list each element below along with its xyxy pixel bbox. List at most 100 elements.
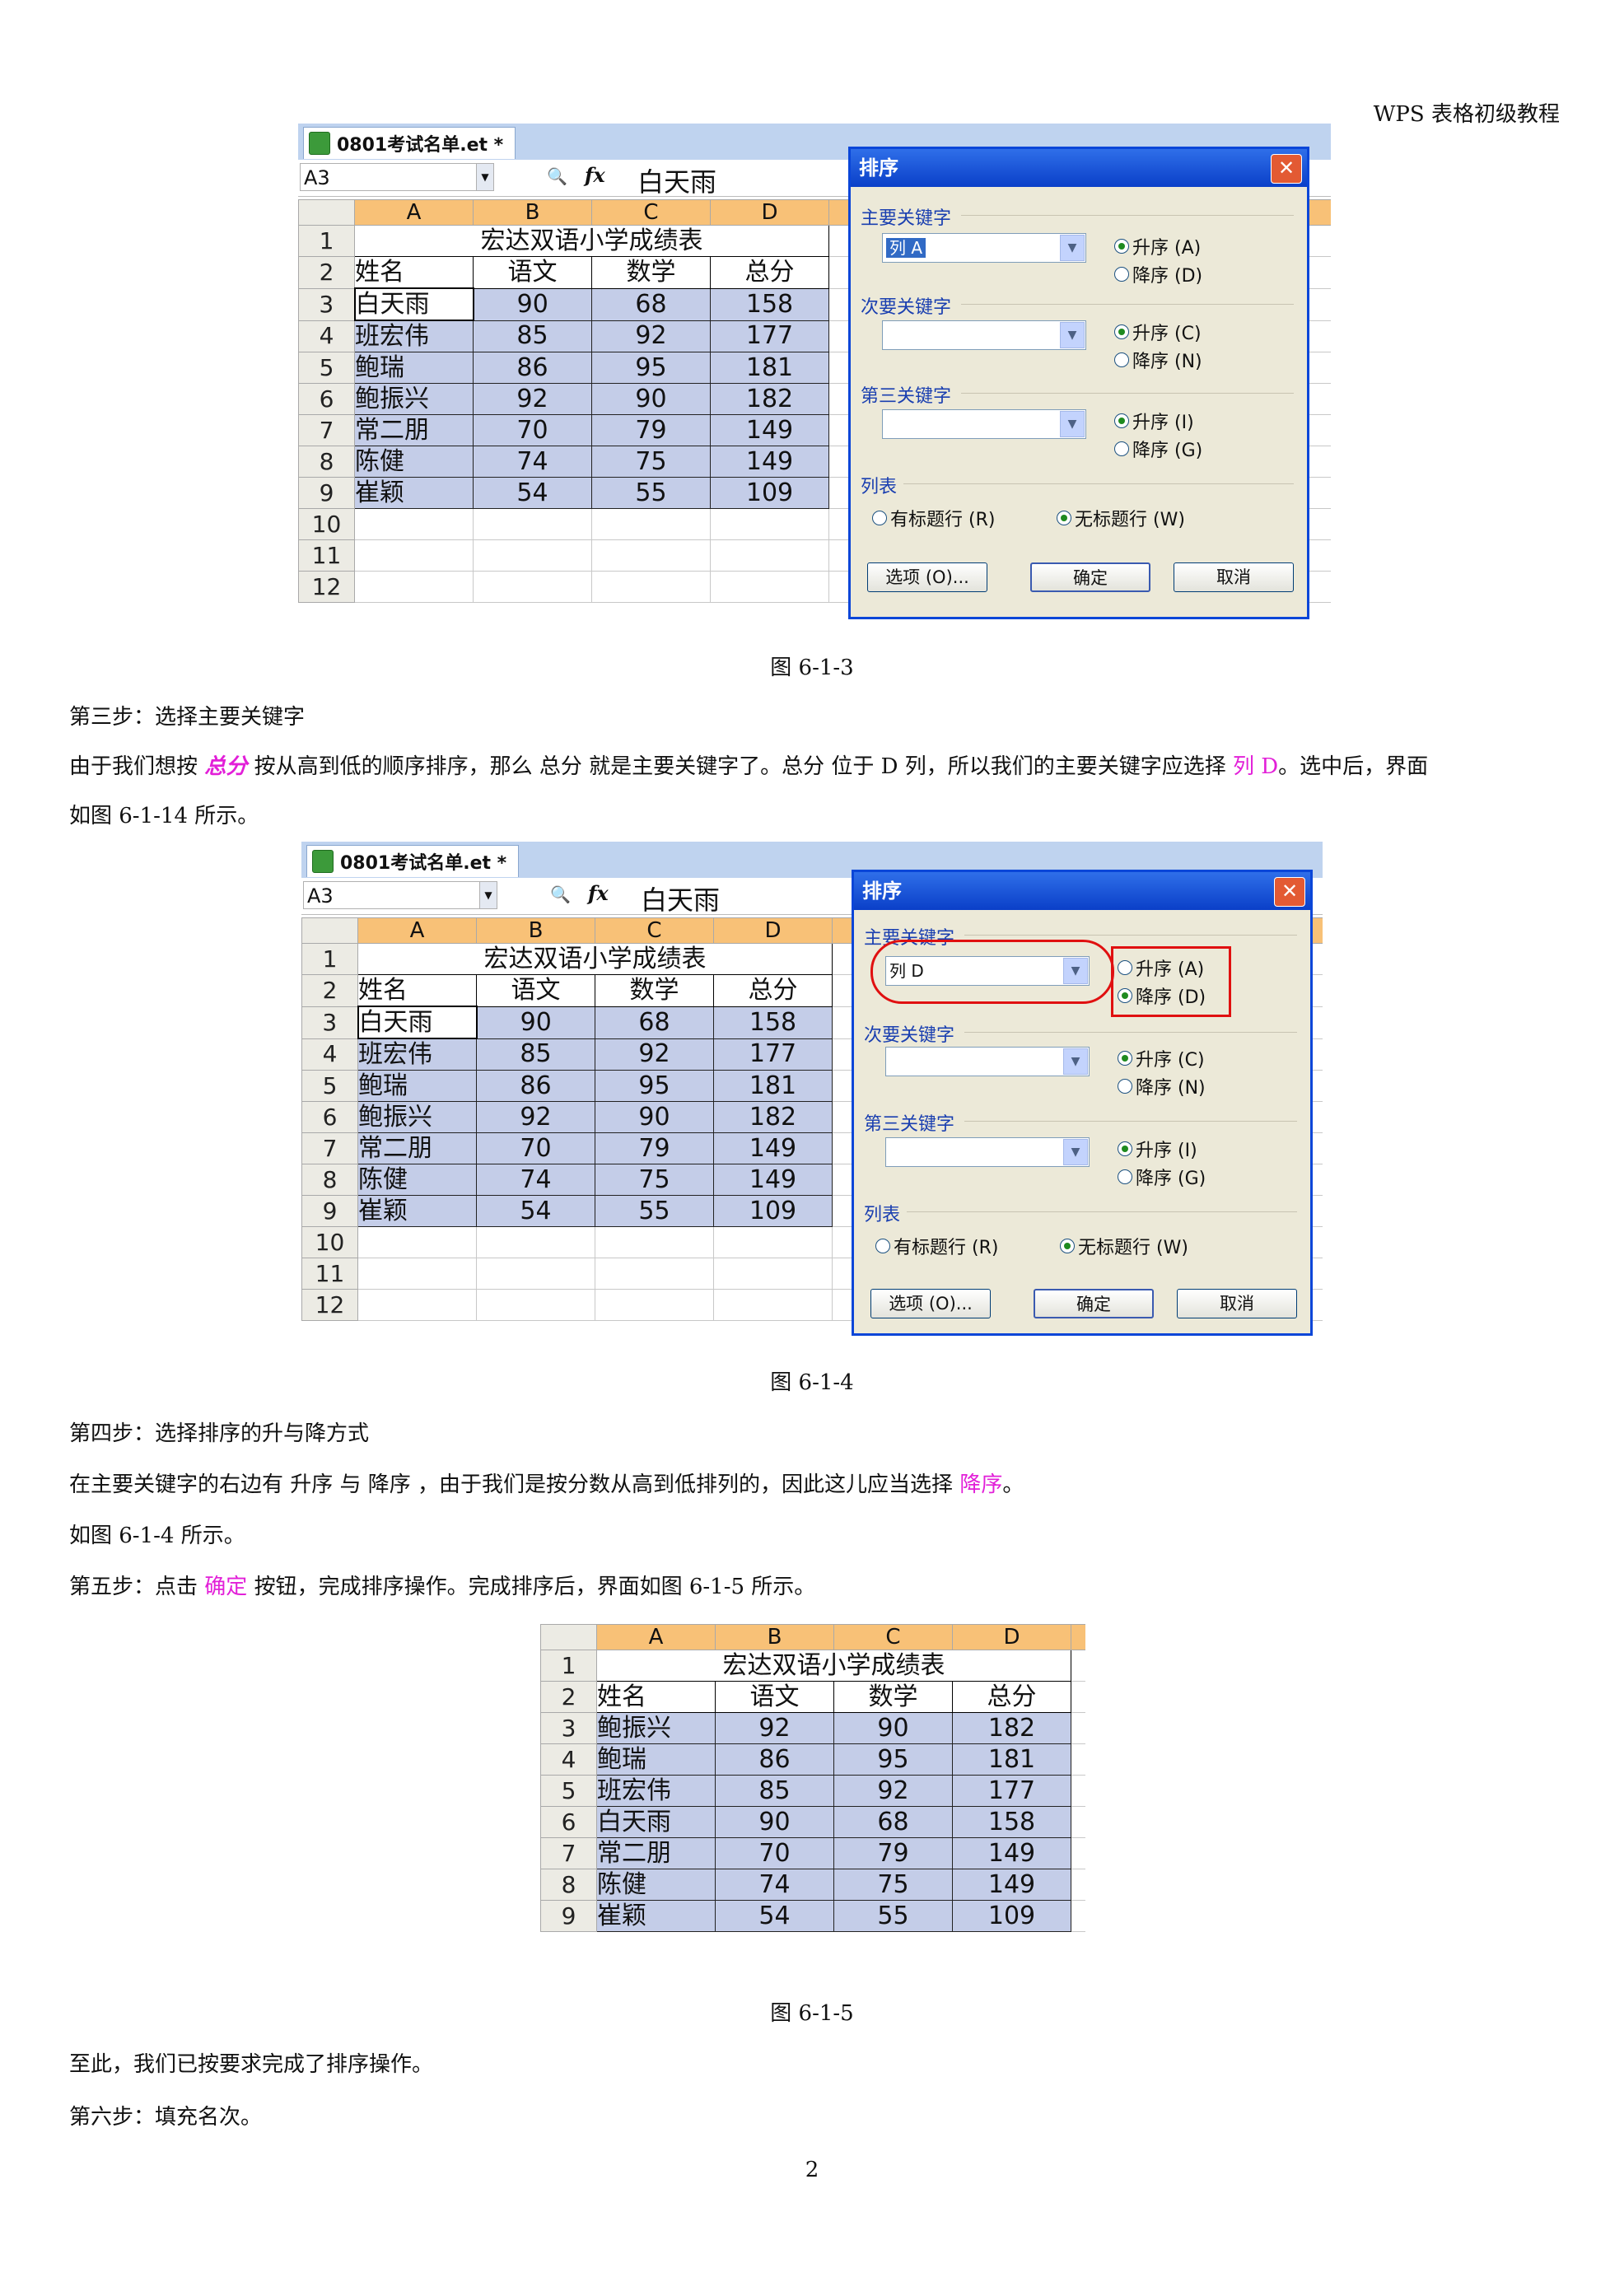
secondary-desc-radio[interactable]: 降序 (N) — [1118, 1073, 1206, 1099]
grid-cell[interactable] — [595, 1289, 714, 1321]
table-header-cell[interactable]: 数学 — [595, 974, 714, 1007]
data-cell[interactable]: 班宏伟 — [357, 1038, 477, 1071]
column-header[interactable]: B — [715, 1624, 834, 1650]
grid-cell[interactable] — [710, 571, 829, 603]
cancel-button[interactable]: 取消 — [1174, 562, 1294, 592]
fx-icon[interactable]: fx — [588, 881, 609, 905]
data-cell[interactable]: 班宏伟 — [596, 1775, 716, 1807]
data-cell[interactable]: 鲍瑞 — [354, 352, 474, 384]
grid-cell[interactable] — [1071, 1681, 1085, 1713]
row-header[interactable]: 7 — [298, 414, 355, 446]
data-cell[interactable]: 68 — [595, 1006, 714, 1039]
data-cell[interactable]: 177 — [952, 1775, 1071, 1807]
column-header[interactable]: A — [596, 1624, 716, 1650]
grid-cell[interactable] — [473, 508, 592, 540]
grid-cell[interactable] — [473, 571, 592, 603]
data-cell[interactable]: 陈健 — [354, 446, 474, 478]
table-header-cell[interactable]: 总分 — [952, 1681, 1071, 1713]
secondary-key-select[interactable]: ▼ — [885, 1047, 1090, 1076]
data-cell[interactable]: 90 — [473, 287, 592, 321]
table-header-cell[interactable]: 语文 — [473, 256, 592, 289]
row-header[interactable]: 6 — [540, 1806, 597, 1838]
row-header[interactable]: 7 — [301, 1132, 358, 1164]
chevron-down-icon[interactable]: ▼ — [1063, 1139, 1088, 1165]
data-cell[interactable]: 85 — [473, 320, 592, 352]
column-header[interactable]: B — [473, 199, 592, 226]
data-cell[interactable]: 92 — [473, 383, 592, 415]
name-box[interactable]: A3 ▼ — [300, 163, 494, 191]
table-title-cell[interactable]: 宏达双语小学成绩表 — [596, 1650, 1071, 1682]
data-cell[interactable]: 90 — [715, 1806, 834, 1838]
secondary-asc-radio[interactable]: 升序 (C) — [1114, 319, 1202, 345]
data-cell[interactable]: 158 — [710, 287, 829, 321]
grid-cell[interactable] — [476, 1226, 595, 1258]
data-cell[interactable]: 68 — [591, 287, 711, 321]
grid-cell[interactable] — [591, 508, 711, 540]
options-button[interactable]: 选项 (O)... — [867, 562, 987, 592]
third-desc-radio[interactable]: 降序 (G) — [1118, 1164, 1206, 1190]
data-cell[interactable]: 85 — [715, 1775, 834, 1807]
data-cell[interactable]: 白天雨 — [357, 1006, 478, 1039]
grid-cell[interactable] — [1071, 1650, 1085, 1682]
no-header-radio[interactable]: 无标题行 (W) — [1057, 505, 1185, 531]
table-header-cell[interactable]: 数学 — [591, 256, 711, 289]
grid-cell[interactable] — [357, 1226, 477, 1258]
data-cell[interactable]: 74 — [476, 1164, 595, 1196]
row-header[interactable]: 6 — [298, 383, 355, 415]
column-header[interactable]: D — [952, 1624, 1071, 1650]
file-tab[interactable]: 0801考试名单.et * — [306, 845, 520, 877]
data-cell[interactable]: 75 — [833, 1869, 953, 1901]
data-cell[interactable]: 90 — [476, 1006, 595, 1039]
row-header[interactable]: 2 — [301, 974, 358, 1007]
data-cell[interactable]: 149 — [713, 1132, 833, 1164]
data-cell[interactable]: 54 — [473, 477, 592, 509]
row-header[interactable]: 2 — [298, 256, 355, 289]
row-header[interactable]: 4 — [301, 1038, 358, 1071]
data-cell[interactable]: 181 — [952, 1743, 1071, 1776]
grid-cell[interactable] — [591, 539, 711, 572]
data-cell[interactable]: 74 — [473, 446, 592, 478]
grid-cell[interactable] — [354, 508, 474, 540]
column-header[interactable] — [1071, 1624, 1085, 1650]
data-cell[interactable]: 181 — [710, 352, 829, 384]
column-header[interactable]: D — [713, 917, 833, 944]
data-cell[interactable]: 班宏伟 — [354, 320, 474, 352]
data-cell[interactable]: 54 — [715, 1900, 834, 1932]
data-cell[interactable]: 79 — [833, 1837, 953, 1869]
table-header-cell[interactable]: 总分 — [710, 256, 829, 289]
row-header[interactable]: 4 — [298, 320, 355, 352]
data-cell[interactable]: 149 — [710, 414, 829, 446]
data-cell[interactable]: 常二朋 — [354, 414, 474, 446]
chevron-down-icon[interactable]: ▼ — [1063, 1048, 1088, 1075]
data-cell[interactable]: 79 — [591, 414, 711, 446]
data-cell[interactable]: 白天雨 — [353, 287, 474, 321]
grid-cell[interactable] — [713, 1226, 833, 1258]
data-cell[interactable]: 182 — [713, 1101, 833, 1133]
data-cell[interactable]: 55 — [595, 1195, 714, 1227]
ok-button[interactable]: 确定 — [1030, 562, 1150, 592]
row-header[interactable]: 3 — [298, 287, 355, 321]
data-cell[interactable]: 90 — [595, 1101, 714, 1133]
grid-cell[interactable] — [1071, 1806, 1085, 1838]
has-header-radio[interactable]: 有标题行 (R) — [872, 505, 995, 531]
data-cell[interactable]: 68 — [833, 1806, 953, 1838]
has-header-radio[interactable]: 有标题行 (R) — [875, 1233, 998, 1259]
column-header[interactable]: D — [710, 199, 829, 226]
data-cell[interactable]: 109 — [710, 477, 829, 509]
table-header-cell[interactable]: 姓名 — [354, 256, 474, 289]
data-cell[interactable]: 85 — [476, 1038, 595, 1071]
row-header[interactable]: 5 — [540, 1775, 597, 1807]
data-cell[interactable]: 158 — [713, 1006, 833, 1039]
data-cell[interactable]: 109 — [952, 1900, 1071, 1932]
cancel-button[interactable]: 取消 — [1177, 1289, 1297, 1318]
third-desc-radio[interactable]: 降序 (G) — [1114, 436, 1202, 462]
close-icon[interactable]: ✕ — [1271, 154, 1302, 184]
row-header[interactable]: 3 — [301, 1006, 358, 1039]
secondary-desc-radio[interactable]: 降序 (N) — [1114, 347, 1202, 373]
data-cell[interactable]: 90 — [591, 383, 711, 415]
data-cell[interactable]: 86 — [476, 1070, 595, 1102]
row-header[interactable]: 1 — [298, 225, 355, 257]
row-header[interactable]: 12 — [301, 1289, 358, 1321]
data-cell[interactable]: 92 — [715, 1712, 834, 1744]
data-cell[interactable]: 鲍瑞 — [357, 1070, 477, 1102]
